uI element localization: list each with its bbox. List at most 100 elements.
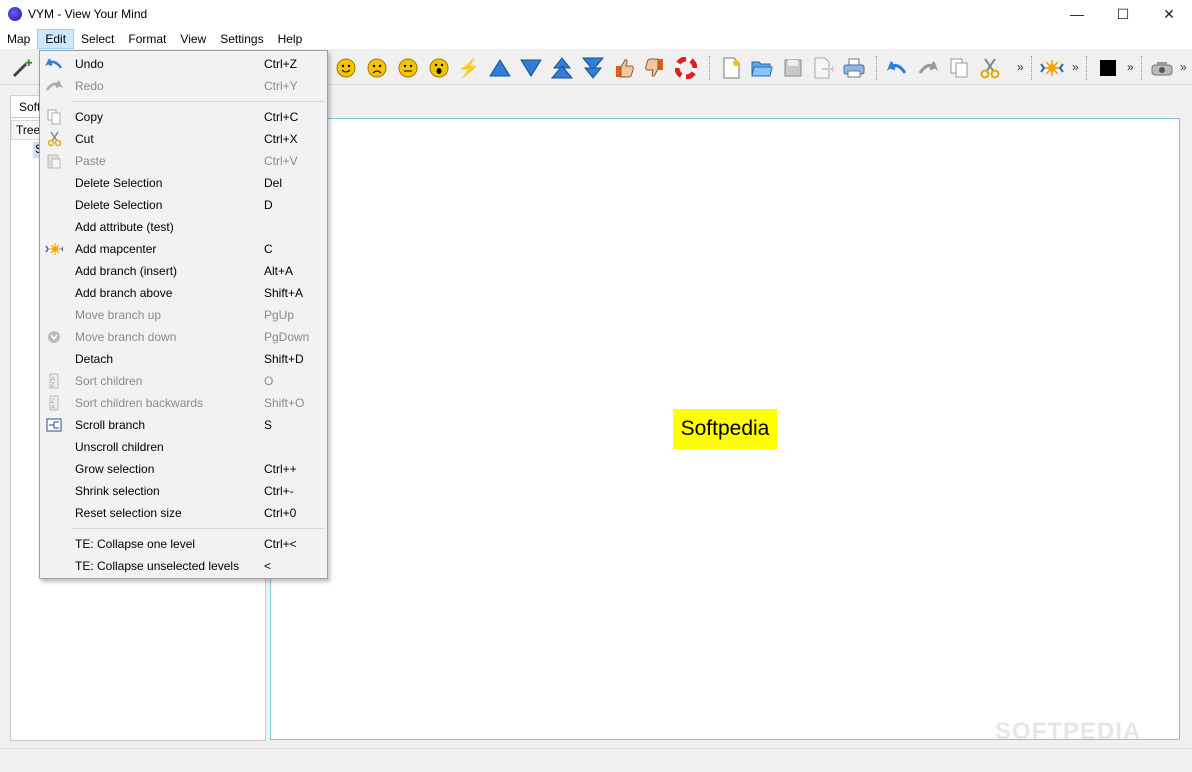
export-icon[interactable] <box>811 56 835 80</box>
menu-item-scroll-branch[interactable]: Scroll branch S <box>41 414 326 436</box>
camera-icon[interactable] <box>1150 56 1174 80</box>
menu-item-shortcut: Ctrl+V <box>264 154 298 168</box>
menu-item-label: Add attribute (test) <box>75 220 174 234</box>
menu-item-shortcut: Shift+A <box>264 286 304 300</box>
double-arrow-up-icon[interactable] <box>550 56 574 80</box>
toolbar-separator <box>876 56 877 80</box>
menu-item-collapse-one-level[interactable]: TE: Collapse one level Ctrl+< <box>41 533 326 555</box>
menu-item-label: Paste <box>75 154 106 168</box>
tree-column-header[interactable]: Tree <box>11 120 41 140</box>
menu-item-label: Unscroll children <box>75 440 164 454</box>
menu-edit[interactable]: Edit <box>37 28 75 49</box>
menu-separator <box>72 528 324 529</box>
new-file-icon[interactable] <box>719 56 743 80</box>
toolbar-separator <box>709 56 710 80</box>
mapcenter-icon[interactable] <box>1040 56 1064 80</box>
arrow-up-icon[interactable] <box>488 56 512 80</box>
menu-item-grow-selection[interactable]: Grow selection Ctrl++ <box>41 458 326 480</box>
menu-item-undo[interactable]: Undo Ctrl+Z <box>41 53 326 75</box>
menu-item-label: Undo <box>75 57 104 71</box>
menu-item-shortcut: Shift+D <box>264 352 304 366</box>
menu-item-label: Add branch above <box>75 286 173 300</box>
color-picker-icon[interactable] <box>1096 56 1120 80</box>
double-arrow-down-icon[interactable] <box>581 56 605 80</box>
menu-item-label: Detach <box>75 352 114 366</box>
toolbar-overflow-button[interactable]: » <box>1072 60 1079 74</box>
thumbs-up-icon[interactable] <box>612 56 636 80</box>
print-icon[interactable] <box>842 56 866 80</box>
menu-item-label: TE: Collapse unselected levels <box>75 559 240 573</box>
menu-item-delete-selection-keep-children[interactable]: Delete Selection D <box>41 194 326 216</box>
mapcenter-node[interactable]: Softpedia <box>673 409 777 449</box>
menu-item-add-mapcenter[interactable]: Add mapcenter C <box>41 238 326 260</box>
menu-item-move-branch-up[interactable]: Move branch up PgUp <box>41 304 326 326</box>
menu-item-cut[interactable]: Cut Ctrl+X <box>41 128 326 150</box>
toolbar-overflow-button[interactable]: » <box>1180 60 1187 74</box>
menu-item-sort-children-backwards[interactable]: ZA Sort children backwards Shift+O <box>41 392 326 414</box>
svg-text:Z: Z <box>51 383 55 389</box>
copy-icon[interactable] <box>947 56 971 80</box>
menu-item-add-branch-insert[interactable]: Add branch (insert) Alt+A <box>41 260 326 282</box>
redo-icon <box>45 78 63 94</box>
window-title: VYM - View Your Mind <box>28 7 148 21</box>
menu-item-label: Move branch up <box>75 308 162 322</box>
menu-item-sort-children[interactable]: AZ Sort children O <box>41 370 326 392</box>
toolbar-separator <box>1141 56 1142 80</box>
menu-item-label: Delete Selection <box>75 176 163 190</box>
window-controls: — ☐ ✕ <box>1054 0 1192 28</box>
menu-item-move-branch-down[interactable]: Move branch down PgDown <box>41 326 326 348</box>
menu-item-collapse-unselected-levels[interactable]: TE: Collapse unselected levels < <box>41 555 326 577</box>
menu-help[interactable]: Help <box>271 29 310 49</box>
smiley-happy-icon[interactable] <box>334 56 358 80</box>
menu-item-shortcut: Alt+A <box>264 264 294 278</box>
lifebuoy-icon[interactable] <box>674 56 698 80</box>
menu-item-shortcut: Ctrl+X <box>264 132 298 146</box>
smiley-surprised-icon[interactable] <box>427 56 451 80</box>
cut-icon[interactable] <box>978 56 1002 80</box>
menu-item-label: TE: Collapse one level <box>75 537 196 551</box>
menu-format[interactable]: Format <box>121 29 173 49</box>
menu-item-label: Sort children backwards <box>75 396 204 410</box>
toolbar-separator <box>1086 56 1087 80</box>
menu-item-add-attribute[interactable]: Add attribute (test) <box>41 216 326 238</box>
menu-item-delete-selection[interactable]: Delete Selection Del <box>41 172 326 194</box>
menu-item-shortcut: PgUp <box>264 308 295 322</box>
open-folder-icon[interactable] <box>750 56 774 80</box>
undo-icon[interactable] <box>885 56 909 80</box>
menu-item-label: Add mapcenter <box>75 242 157 256</box>
lightning-icon[interactable]: ⚡ <box>457 56 481 80</box>
menu-item-shortcut: O <box>264 374 274 388</box>
arrow-down-icon[interactable] <box>519 56 543 80</box>
svg-text:A: A <box>51 405 55 411</box>
menu-item-shortcut: Ctrl+C <box>264 110 299 124</box>
menu-item-label: Sort children <box>75 374 143 388</box>
toolbar-overflow-button[interactable]: » <box>1017 60 1024 74</box>
menu-select[interactable]: Select <box>74 29 121 49</box>
menu-item-redo[interactable]: Redo Ctrl+Y <box>41 75 326 97</box>
menu-item-shrink-selection[interactable]: Shrink selection Ctrl+- <box>41 480 326 502</box>
smiley-neutral-icon[interactable] <box>396 56 420 80</box>
menu-item-unscroll-children[interactable]: Unscroll children <box>41 436 326 458</box>
redo-icon[interactable] <box>916 56 940 80</box>
toolbar-overflow-button[interactable]: » <box>1127 60 1134 74</box>
menu-view[interactable]: View <box>173 29 213 49</box>
close-button[interactable]: ✕ <box>1146 0 1192 28</box>
sort-icon: AZ <box>45 373 63 389</box>
menu-item-paste[interactable]: Paste Ctrl+V <box>41 150 326 172</box>
thumbs-down-icon[interactable] <box>643 56 667 80</box>
minimize-button[interactable]: — <box>1054 0 1100 28</box>
menu-item-add-branch-above[interactable]: Add branch above Shift+A <box>41 282 326 304</box>
menu-item-shortcut: Ctrl+< <box>264 537 297 551</box>
maximize-button[interactable]: ☐ <box>1100 0 1146 28</box>
menu-item-reset-selection-size[interactable]: Reset selection size Ctrl+0 <box>41 502 326 524</box>
smiley-sad-icon[interactable] <box>365 56 389 80</box>
menu-settings[interactable]: Settings <box>213 29 270 49</box>
menu-item-copy[interactable]: Copy Ctrl+C <box>41 106 326 128</box>
menu-item-label: Add branch (insert) <box>75 264 178 278</box>
status-bar <box>0 748 1192 772</box>
menu-item-detach[interactable]: Detach Shift+D <box>41 348 326 370</box>
save-icon[interactable] <box>781 56 805 80</box>
magic-wand-icon[interactable]: ✚ <box>10 56 34 80</box>
menu-map[interactable]: Map <box>0 29 37 49</box>
menu-item-label: Move branch down <box>75 330 177 344</box>
